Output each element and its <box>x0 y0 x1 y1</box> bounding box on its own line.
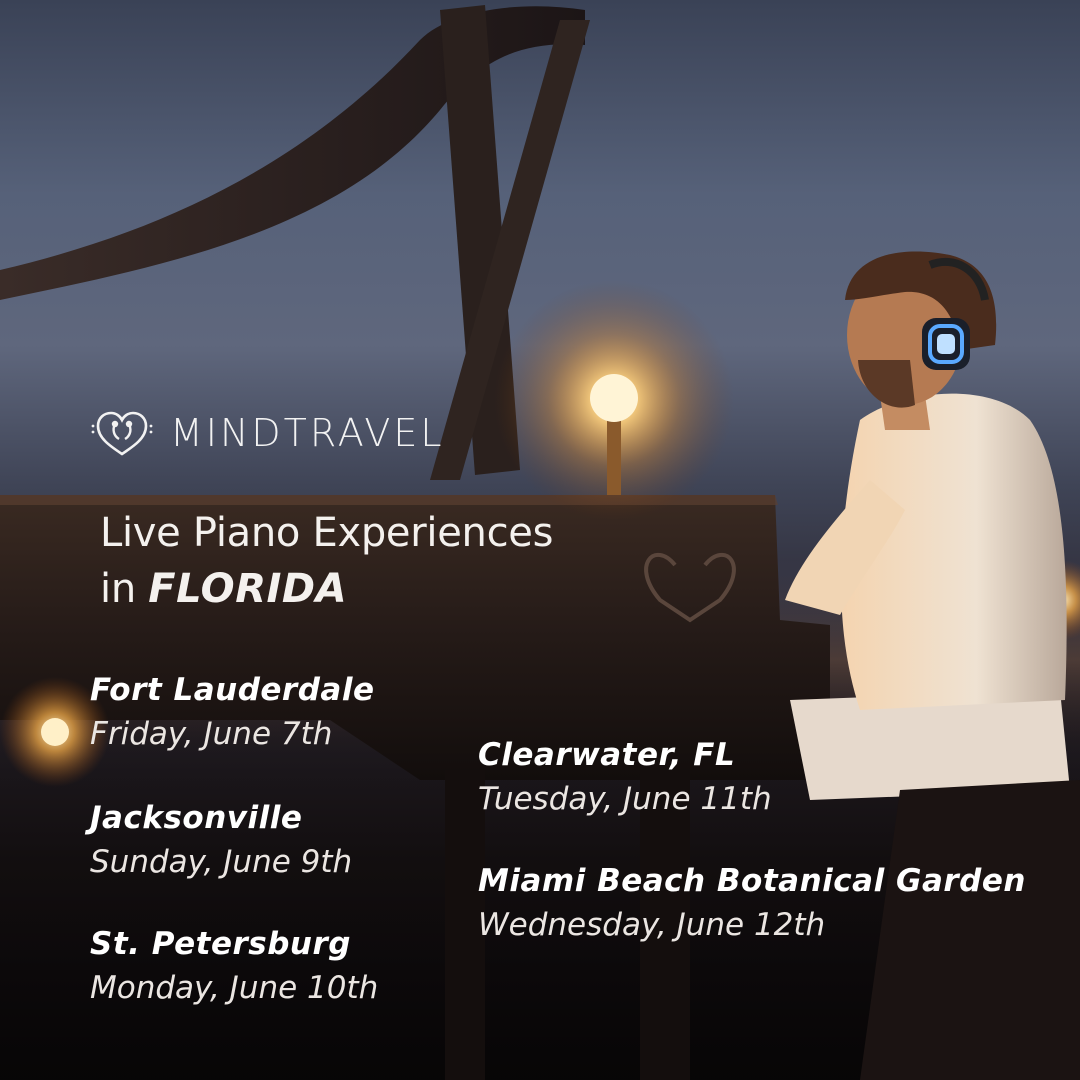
event-date: Sunday, June 9th <box>90 844 353 880</box>
brand-logo: MINDTRAVEL <box>90 408 445 458</box>
event-date: Monday, June 10th <box>90 970 379 1006</box>
event-item: St. Petersburg Monday, June 10th <box>90 922 378 1010</box>
headline-prefix: in <box>100 566 136 612</box>
heart-music-icon <box>91 411 153 456</box>
headline-line-1: Live Piano Experiences <box>100 510 554 556</box>
event-city: Fort Lauderdale <box>90 672 375 708</box>
event-poster: MINDTRAVEL Live Piano Experiences in FLO… <box>0 0 1080 1080</box>
event-date: Wednesday, June 12th <box>478 907 826 943</box>
headline: Live Piano Experiences in FLORIDA <box>100 505 553 617</box>
event-item: Fort Lauderdale Friday, June 7th <box>90 668 374 756</box>
headline-state: FLORIDA <box>148 566 348 612</box>
event-date: Friday, June 7th <box>90 716 333 752</box>
headline-line-2: in FLORIDA <box>100 561 553 617</box>
event-date: Tuesday, June 11th <box>478 781 772 817</box>
event-item: Miami Beach Botanical Garden Wednesday, … <box>478 859 1026 947</box>
event-city: Clearwater, FL <box>478 737 736 773</box>
event-city: Miami Beach Botanical Garden <box>478 863 1026 899</box>
event-item: Jacksonville Sunday, June 9th <box>90 796 352 884</box>
brand-name: MINDTRAVEL <box>170 411 445 455</box>
event-city: Jacksonville <box>90 800 303 836</box>
event-item: Clearwater, FL Tuesday, June 11th <box>478 733 772 821</box>
event-city: St. Petersburg <box>90 926 351 962</box>
